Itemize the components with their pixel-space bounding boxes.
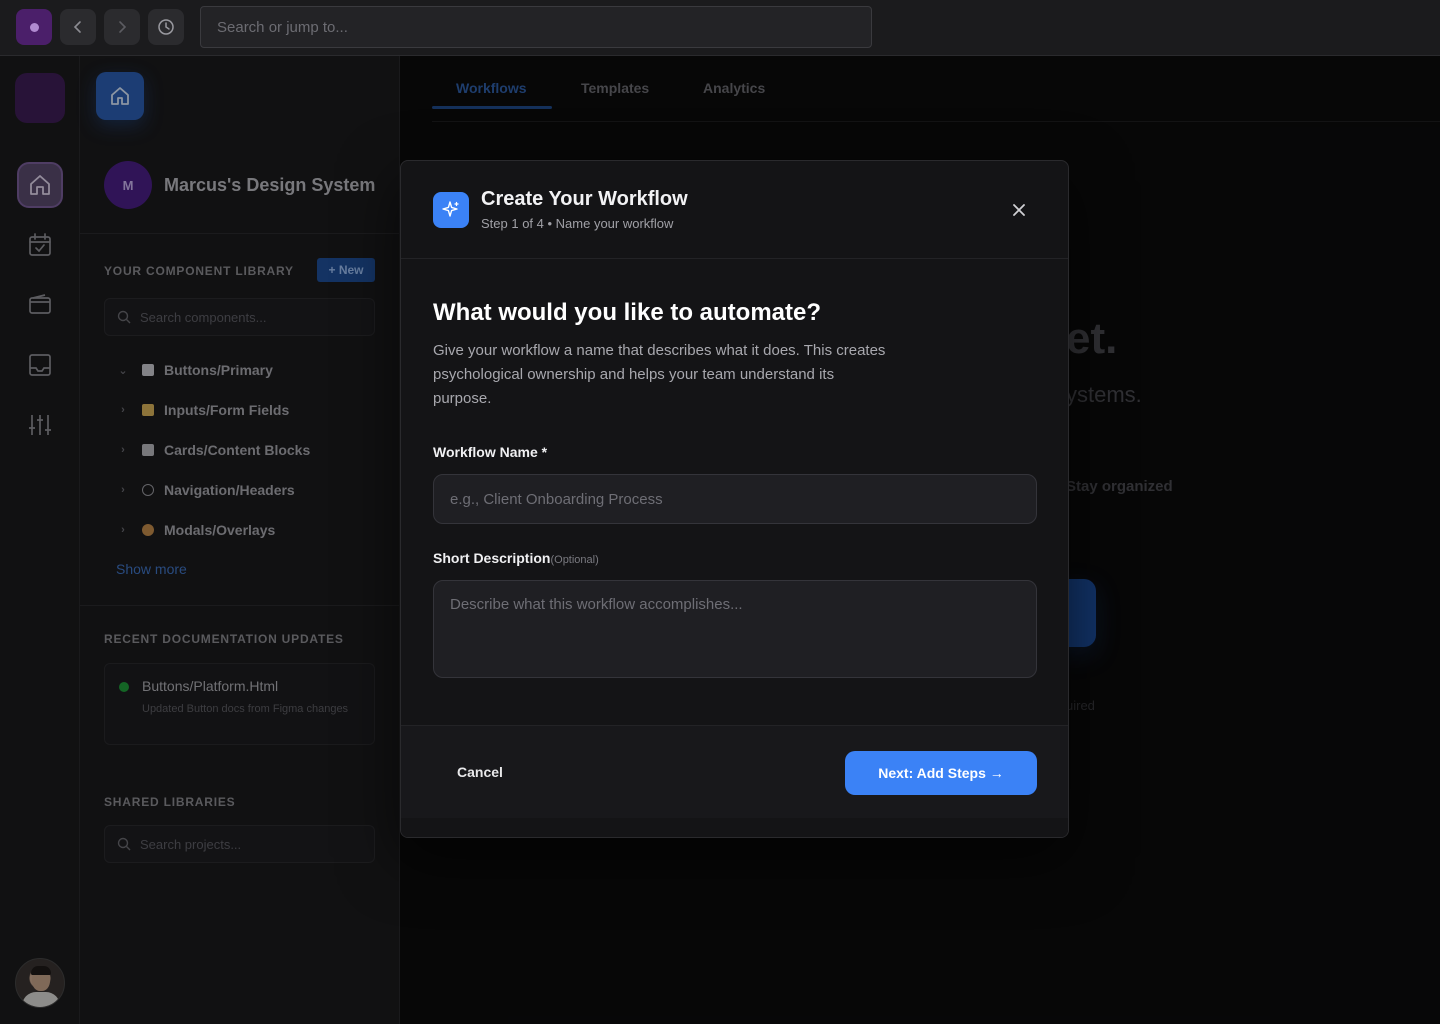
modal-bottom-edge bbox=[401, 818, 1068, 837]
back-button[interactable] bbox=[60, 9, 96, 45]
short-description-label-text: Short Description bbox=[433, 550, 551, 566]
workflow-name-placeholder: e.g., Client Onboarding Process bbox=[450, 490, 663, 508]
chevron-left-icon bbox=[73, 21, 81, 33]
optional-tag: (Optional) bbox=[550, 554, 599, 566]
short-description-label: Short Description(Optional) bbox=[433, 550, 599, 566]
workflow-name-label: Workflow Name * bbox=[433, 444, 548, 460]
history-button[interactable] bbox=[148, 9, 184, 45]
workflow-name-input[interactable]: e.g., Client Onboarding Process bbox=[433, 474, 1037, 524]
global-search-input[interactable]: Search or jump to... bbox=[200, 6, 872, 48]
modal-question: What would you like to automate? bbox=[433, 299, 822, 326]
sparkles-icon bbox=[433, 192, 469, 228]
forward-button[interactable] bbox=[104, 9, 140, 45]
app-logo-button[interactable] bbox=[16, 9, 52, 45]
short-description-textarea[interactable]: Describe what this workflow accomplishes… bbox=[433, 580, 1037, 678]
short-description-placeholder: Describe what this workflow accomplishes… bbox=[450, 596, 743, 613]
close-button[interactable] bbox=[1007, 198, 1031, 222]
cancel-button[interactable]: Cancel bbox=[457, 764, 503, 780]
modal-description: Give your workflow a name that describes… bbox=[433, 342, 886, 407]
logo-dot-icon bbox=[29, 22, 39, 32]
modal-header: Create Your Workflow Step 1 of 4 • Name … bbox=[401, 161, 1068, 259]
modal-step: Step 1 of 4 • Name your workflow bbox=[481, 216, 674, 231]
next-add-steps-button[interactable]: Next: Add Steps → bbox=[845, 751, 1037, 795]
clock-icon bbox=[158, 19, 174, 35]
close-icon bbox=[1013, 204, 1025, 216]
modal-title: Create Your Workflow bbox=[481, 188, 688, 210]
chevron-right-icon bbox=[119, 21, 127, 33]
create-workflow-modal: Create Your Workflow Step 1 of 4 • Name … bbox=[400, 160, 1069, 838]
top-bar: Search or jump to... bbox=[0, 0, 1440, 56]
